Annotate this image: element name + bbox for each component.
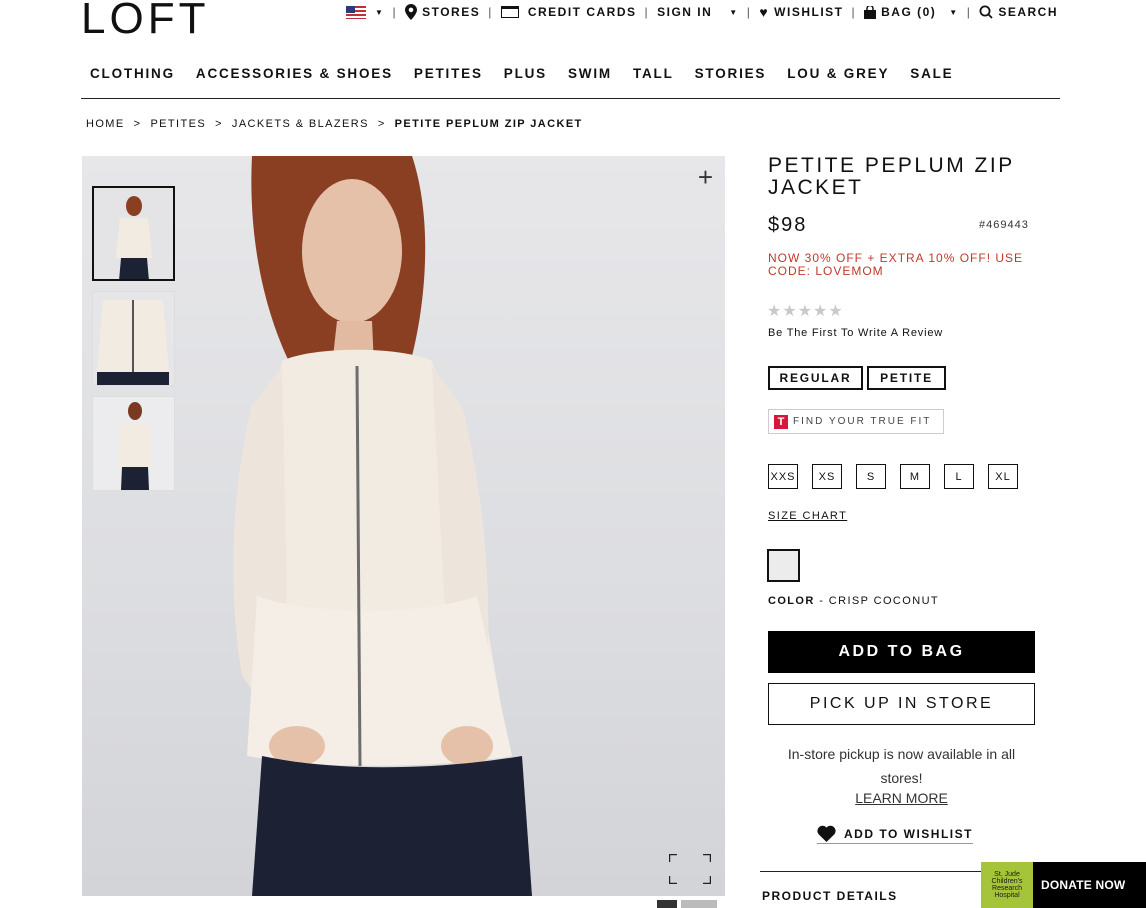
add-to-wishlist-button[interactable]: ADD TO WISHLIST: [817, 825, 973, 844]
thumbnail-front[interactable]: [92, 186, 175, 281]
size-m[interactable]: M: [900, 464, 930, 489]
main-nav: CLOTHING ACCESSORIES & SHOES PETITES PLU…: [81, 66, 1060, 99]
write-review-link[interactable]: Be The First To Write A Review: [768, 327, 943, 339]
breadcrumb-petites[interactable]: PETITES: [150, 118, 206, 130]
us-flag-icon: [346, 5, 367, 19]
nav-petites[interactable]: PETITES: [414, 66, 483, 98]
product-title: PETITE PEPLUM ZIP JACKET: [768, 154, 1015, 199]
nav-tall[interactable]: TALL: [633, 66, 674, 98]
product-sku: #469443: [979, 219, 1029, 231]
bag-link[interactable]: BAG (0) ▼: [864, 5, 959, 19]
zoom-plus-icon[interactable]: +: [698, 162, 713, 193]
country-selector[interactable]: ▼: [346, 5, 385, 19]
breadcrumb-separator: >: [215, 118, 223, 130]
thumbnail-list: [92, 186, 175, 491]
breadcrumb-separator: >: [133, 118, 142, 130]
learn-more-link[interactable]: LEARN MORE: [768, 790, 1035, 806]
true-fit-label: FIND YOUR TRUE FIT: [793, 416, 932, 427]
stores-label: STORES: [422, 5, 481, 19]
add-to-wishlist-label: ADD TO WISHLIST: [844, 826, 973, 841]
chevron-down-icon: ▼: [949, 7, 959, 17]
fullscreen-icon[interactable]: [669, 854, 711, 884]
thumbnail-image: [93, 397, 174, 490]
true-fit-button[interactable]: T FIND YOUR TRUE FIT: [768, 409, 944, 434]
nav-swim[interactable]: SWIM: [568, 66, 612, 98]
breadcrumb-separator: >: [377, 118, 386, 130]
st-jude-logo: St. Jude Children's Research Hospital: [981, 862, 1033, 908]
fit-regular-button[interactable]: REGULAR: [768, 366, 863, 390]
color-swatch[interactable]: [767, 549, 800, 582]
add-to-bag-button[interactable]: ADD TO BAG: [768, 631, 1035, 673]
bag-label: BAG (0): [881, 5, 937, 19]
location-pin-icon: [405, 4, 418, 20]
wishlist-label: WISHLIST: [774, 5, 844, 19]
stores-link[interactable]: STORES: [405, 4, 480, 20]
pickup-info: In-store pickup is now available in all …: [787, 746, 1016, 786]
donate-now-button[interactable]: St. Jude Children's Research Hospital DO…: [981, 862, 1146, 908]
size-xxs[interactable]: XXS: [768, 464, 798, 489]
heart-icon: [817, 825, 836, 842]
size-s[interactable]: S: [856, 464, 886, 489]
thumbnail-back[interactable]: [92, 396, 175, 491]
separator: |: [392, 5, 398, 19]
thumbnail-image: [93, 292, 174, 385]
pick-up-in-store-button[interactable]: PICK UP IN STORE: [768, 683, 1035, 725]
promo-text: NOW 30% OFF + EXTRA 10% OFF! USE CODE: L…: [768, 251, 1024, 278]
product-details-toggle[interactable]: PRODUCT DETAILS: [762, 889, 898, 903]
loft-logo[interactable]: LOFT: [81, 0, 209, 44]
nav-plus[interactable]: PLUS: [504, 66, 547, 98]
size-xs[interactable]: XS: [812, 464, 842, 489]
credit-cards-label: CREDIT CARDS: [527, 5, 637, 19]
shopping-bag-icon: [864, 5, 877, 19]
sign-in-link[interactable]: SIGN IN ▼: [657, 5, 739, 19]
color-separator: -: [819, 595, 825, 607]
separator: |: [966, 5, 972, 19]
size-selector: XXS XS S M L XL: [768, 464, 1018, 489]
donate-label: DONATE NOW: [1041, 878, 1126, 892]
search-icon: [979, 5, 993, 19]
breadcrumb-home[interactable]: HOME: [86, 118, 125, 130]
product-image[interactable]: +: [82, 156, 725, 896]
breadcrumb: HOME > PETITES > JACKETS & BLAZERS > PET…: [86, 118, 583, 130]
breadcrumb-jackets-blazers[interactable]: JACKETS & BLAZERS: [232, 118, 369, 130]
chevron-down-icon: ▼: [729, 7, 739, 17]
separator: |: [644, 5, 650, 19]
model-photo: [233, 156, 532, 896]
nav-lou-grey[interactable]: LOU & GREY: [787, 66, 889, 98]
size-l[interactable]: L: [944, 464, 974, 489]
separator: |: [746, 5, 752, 19]
color-label: COLOR - CRISP COCONUT: [768, 595, 939, 607]
breadcrumb-current: PETITE PEPLUM ZIP JACKET: [394, 118, 583, 130]
credit-cards-link[interactable]: CREDIT CARDS: [500, 5, 637, 19]
color-name: CRISP COCONUT: [828, 595, 940, 607]
separator: |: [851, 5, 857, 19]
true-fit-logo-icon: T: [774, 414, 788, 429]
thumbnail-detail[interactable]: [92, 291, 175, 386]
nav-clothing[interactable]: CLOTHING: [90, 66, 175, 98]
fit-petite-button[interactable]: PETITE: [867, 366, 946, 390]
nav-accessories-shoes[interactable]: ACCESSORIES & SHOES: [196, 66, 393, 98]
rating-stars[interactable]: ★★★★★: [767, 301, 844, 321]
pinterest-icon[interactable]: [681, 900, 717, 908]
size-chart-link[interactable]: SIZE CHART: [768, 510, 847, 522]
chevron-down-icon: ▼: [375, 7, 385, 17]
sign-in-label: SIGN IN: [657, 5, 713, 19]
size-xl[interactable]: XL: [988, 464, 1018, 489]
nav-sale[interactable]: SALE: [910, 66, 953, 98]
utility-bar: ▼ | STORES | CREDIT CARDS | SIGN IN ▼ | …: [346, 3, 1058, 21]
color-label-key: COLOR: [768, 595, 815, 607]
heart-icon: ♥: [759, 4, 770, 20]
share-icons: [657, 900, 717, 908]
thumbnail-image: [94, 188, 173, 279]
facebook-icon[interactable]: [657, 900, 677, 908]
nav-stories[interactable]: STORIES: [695, 66, 767, 98]
search-label: SEARCH: [998, 5, 1058, 19]
product-price: $98: [768, 214, 808, 236]
search-link[interactable]: SEARCH: [979, 5, 1058, 19]
separator: |: [488, 5, 493, 19]
wishlist-link[interactable]: ♥ WISHLIST: [759, 4, 843, 20]
credit-card-icon: [500, 6, 519, 18]
